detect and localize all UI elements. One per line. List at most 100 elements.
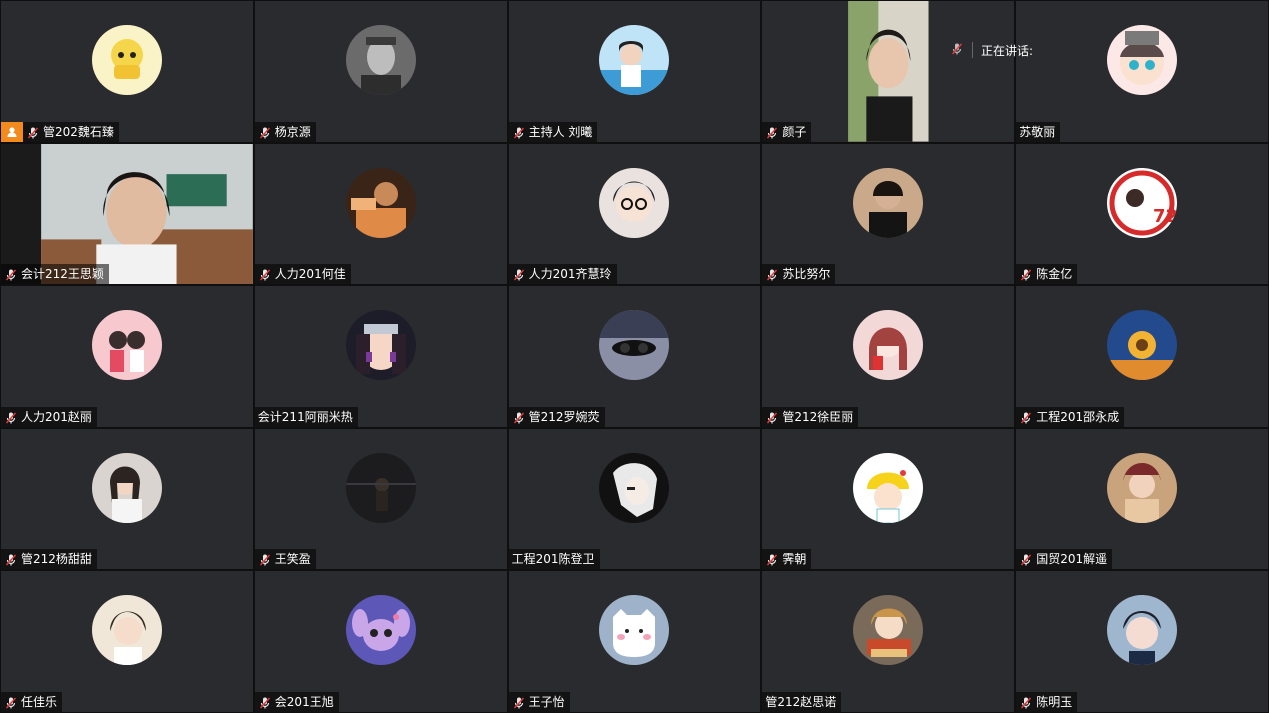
- name-tag: 人力201何佳: [254, 264, 351, 285]
- mic-muted-icon[interactable]: [4, 410, 18, 424]
- participant-name: 主持人 刘曦: [528, 124, 593, 139]
- participant-name: 人力201齐慧玲: [528, 267, 612, 282]
- participant-tile[interactable]: 人力201齐慧玲: [508, 143, 761, 285]
- participant-tile[interactable]: 管212杨甜甜: [1, 428, 253, 570]
- avatar: [1107, 310, 1178, 381]
- participant-tile[interactable]: 苏敬丽: [1016, 1, 1268, 142]
- avatar: [853, 452, 924, 523]
- speaking-label: 正在讲话:: [981, 43, 1034, 58]
- avatar: [853, 167, 924, 238]
- name-tag: 颜子: [762, 121, 812, 142]
- mic-muted-icon[interactable]: [512, 695, 526, 709]
- avatar: [599, 452, 670, 523]
- avatar: [1107, 25, 1178, 95]
- avatar: [345, 452, 416, 523]
- name-tag: 任佳乐: [1, 692, 63, 712]
- participant-tile[interactable]: 王子怡: [508, 571, 761, 712]
- mic-muted-icon[interactable]: [765, 125, 779, 139]
- name-tag: 管212杨甜甜: [1, 549, 97, 570]
- mic-muted-icon[interactable]: [1019, 267, 1033, 281]
- avatar: [853, 310, 924, 381]
- participant-name: 工程201邵永成: [1036, 409, 1120, 424]
- participant-tile[interactable]: 工程201陈登卫: [508, 428, 761, 570]
- mic-muted-icon[interactable]: [512, 410, 526, 424]
- avatar: [91, 310, 162, 381]
- name-tag: 主持人 刘曦: [508, 121, 598, 142]
- mic-muted-icon[interactable]: [258, 125, 272, 139]
- mic-muted-icon[interactable]: [1019, 695, 1033, 709]
- mic-muted-icon[interactable]: [765, 410, 779, 424]
- participant-name: 人力201赵丽: [21, 409, 92, 424]
- name-tag: 会计212王思颖: [1, 264, 109, 285]
- participant-tile[interactable]: 会计212王思颖: [1, 143, 253, 285]
- participant-tile[interactable]: 人力201何佳: [254, 143, 507, 285]
- avatar: [345, 167, 416, 238]
- participant-tile[interactable]: 会计211阿丽米热: [254, 286, 507, 427]
- participant-name: 苏比努尔: [782, 267, 831, 282]
- mic-muted-icon[interactable]: [258, 552, 272, 566]
- participant-name: 颜子: [782, 124, 807, 139]
- participant-name: 苏敬丽: [1019, 124, 1056, 139]
- participant-tile[interactable]: 管212赵思诺: [762, 571, 1015, 712]
- name-tag: 管202魏石臻: [23, 121, 119, 142]
- mic-muted-icon[interactable]: [258, 267, 272, 281]
- avatar: 72: [1107, 167, 1178, 238]
- participant-tile[interactable]: 人力201赵丽: [1, 286, 253, 427]
- avatar: [599, 310, 670, 381]
- participant-name: 会201王旭: [274, 695, 334, 709]
- name-tag: 杨京源: [254, 121, 316, 142]
- participant-tile[interactable]: 苏比努尔: [762, 143, 1015, 285]
- participant-tile[interactable]: 任佳乐: [1, 571, 253, 712]
- avatar: [91, 452, 162, 523]
- participant-name: 管212罗婉荧: [528, 409, 600, 424]
- avatar: [91, 25, 162, 95]
- participant-tile[interactable]: 工程201邵永成: [1016, 286, 1268, 427]
- mic-muted-icon[interactable]: [4, 695, 18, 709]
- participant-tile[interactable]: 管212徐臣丽: [762, 286, 1015, 427]
- participant-tile[interactable]: 国贸201解遥: [1016, 428, 1268, 570]
- mic-muted-icon[interactable]: [1019, 410, 1033, 424]
- avatar: [345, 310, 416, 381]
- name-tag: 陈明玉: [1016, 692, 1078, 712]
- participant-tile[interactable]: 颜子: [762, 1, 1015, 142]
- avatar: [345, 595, 416, 666]
- name-tag: 王笑盈: [254, 549, 316, 570]
- participant-tile[interactable]: 霁朝: [762, 428, 1015, 570]
- participant-tile[interactable]: 72 陈金亿: [1016, 143, 1268, 285]
- name-tag: 管212罗婉荧: [508, 406, 605, 427]
- mic-muted-icon[interactable]: [512, 267, 526, 281]
- participant-tile[interactable]: 陈明玉: [1016, 571, 1268, 712]
- mic-muted-icon[interactable]: [765, 267, 779, 281]
- avatar: [91, 595, 162, 666]
- mic-muted-icon[interactable]: [258, 695, 272, 709]
- camera-video: [762, 1, 1015, 142]
- mic-muted-icon[interactable]: [4, 267, 18, 281]
- participant-name: 霁朝: [782, 552, 807, 567]
- participant-tile[interactable]: 管202魏石臻: [1, 1, 253, 142]
- name-tag: 霁朝: [762, 549, 812, 570]
- avatar: [599, 595, 670, 666]
- participant-tile[interactable]: 会201王旭: [254, 571, 507, 712]
- mic-muted-icon[interactable]: [765, 552, 779, 566]
- name-tag: 工程201陈登卫: [508, 549, 600, 570]
- participant-name: 杨京源: [274, 124, 311, 139]
- participant-tile[interactable]: 管212罗婉荧: [508, 286, 761, 427]
- name-tag: 会201王旭: [254, 692, 339, 712]
- mic-muted-icon[interactable]: [1019, 552, 1033, 566]
- participant-name: 任佳乐: [21, 695, 58, 709]
- name-tag: 王子怡: [508, 692, 570, 712]
- participant-name: 会计211阿丽米热: [257, 409, 353, 424]
- participant-tile[interactable]: 主持人 刘曦: [508, 1, 761, 142]
- participant-tile[interactable]: 杨京源: [254, 1, 507, 142]
- participant-name: 管202魏石臻: [43, 124, 114, 139]
- avatar: [1107, 595, 1178, 666]
- name-tag: 管212赵思诺: [762, 692, 842, 712]
- name-tag: 苏敬丽: [1016, 121, 1061, 142]
- participant-tile[interactable]: 王笑盈: [254, 428, 507, 570]
- participant-name: 管212徐臣丽: [782, 409, 854, 424]
- mic-muted-icon[interactable]: [26, 125, 40, 139]
- participant-grid: 管202魏石臻 杨京源 主持人 刘曦 颜子 苏敬丽 会计212王思颖 人力201…: [0, 0, 1269, 713]
- mic-muted-icon[interactable]: [4, 552, 18, 566]
- name-tag: 陈金亿: [1016, 264, 1078, 285]
- mic-muted-icon[interactable]: [512, 125, 526, 139]
